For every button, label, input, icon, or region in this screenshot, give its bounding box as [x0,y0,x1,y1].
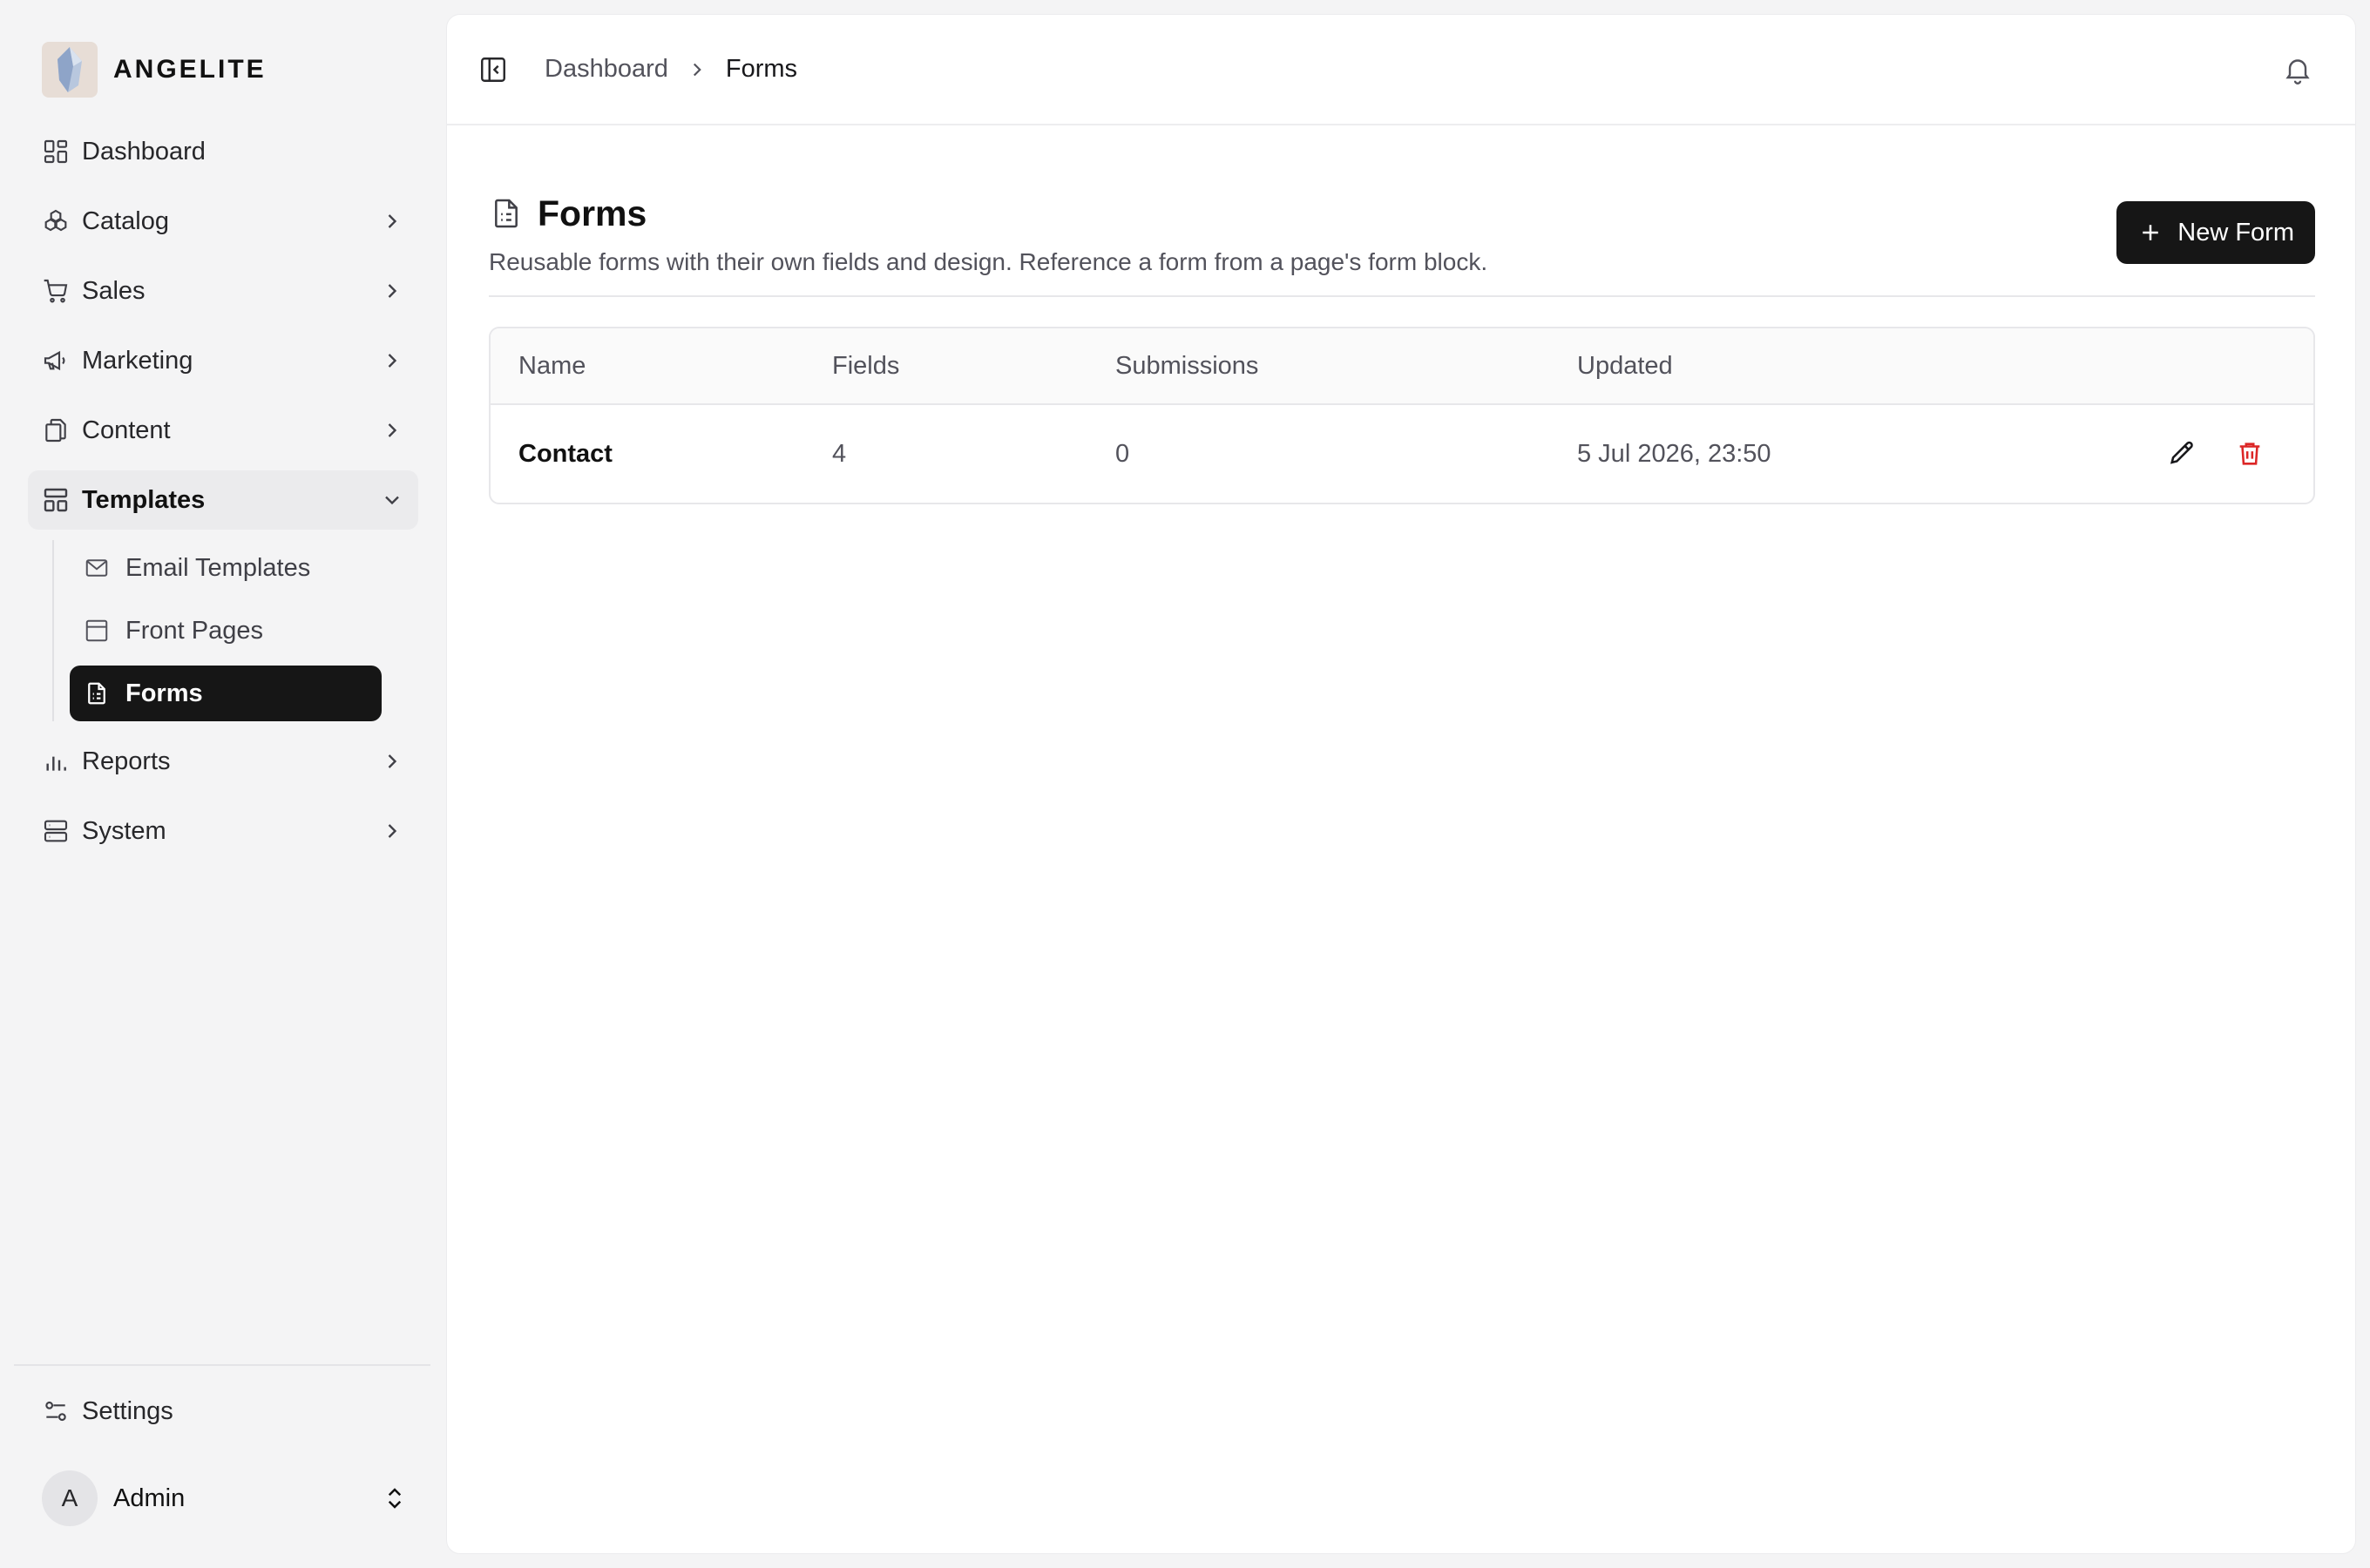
sidebar-item-marketing[interactable]: Marketing [28,331,418,390]
column-header-submissions[interactable]: Submissions [1115,352,1577,381]
form-name[interactable]: Contact [491,440,832,469]
sidebar-item-system[interactable]: System [28,801,418,861]
column-header-fields[interactable]: Fields [832,352,1115,381]
form-updated: 5 Jul 2026, 23:50 [1577,439,1771,468]
breadcrumb-current: Forms [725,55,798,83]
sidebar-item-label: System [82,816,166,845]
avatar: A [42,1470,98,1526]
table-header: Name Fields Submissions Updated [491,328,2313,405]
sidebar-divider [14,1364,430,1366]
sidebar-item-label: Sales [82,276,146,305]
bar-chart-icon [42,747,70,775]
layout-icon [42,486,70,514]
form-icon [489,196,524,231]
chevron-right-icon [380,819,404,843]
table-row[interactable]: Contact 4 0 5 Jul 2026, 23:50 [491,405,2313,503]
trash-icon[interactable] [2235,439,2265,469]
sidebar: ANGELITE Dashboard Catalog Sales Marketi… [0,0,444,1568]
settings-label: Settings [82,1396,173,1425]
chevron-down-icon [380,488,404,512]
forms-table: Name Fields Submissions Updated Contact … [489,327,2315,504]
sidebar-item-label: Forms [125,679,203,707]
chevron-right-icon [380,348,404,373]
cart-icon [42,277,70,305]
chevron-right-icon [380,749,404,774]
sidebar-nav: Dashboard Catalog Sales Marketing Conten… [28,122,418,871]
sidebar-item-catalog[interactable]: Catalog [28,192,418,251]
sidebar-item-templates[interactable]: Templates [28,470,418,530]
chevron-right-icon [380,279,404,303]
column-header-name[interactable]: Name [491,352,832,381]
sidebar-item-label: Dashboard [82,137,206,166]
dashboard-icon [42,138,70,166]
page-description: Reusable forms with their own fields and… [489,248,1488,275]
sidebar-item-forms[interactable]: Forms [70,666,382,721]
sidebar-item-label: Reports [82,747,171,775]
sidebar-item-front-pages[interactable]: Front Pages [70,603,382,659]
bell-icon[interactable] [2282,54,2313,85]
user-name: Admin [113,1484,186,1512]
sidebar-item-label: Front Pages [125,616,263,645]
sidebar-item-label: Marketing [82,346,193,375]
templates-subnav: Email Templates Front Pages Forms [52,540,418,721]
brand[interactable]: ANGELITE [42,42,267,98]
sidebar-toggle-icon[interactable] [478,55,508,84]
files-icon [42,416,70,444]
pencil-icon[interactable] [2167,439,2197,469]
brand-name: ANGELITE [113,55,267,84]
sidebar-item-sales[interactable]: Sales [28,261,418,321]
page-title: Forms [538,193,647,233]
sidebar-item-dashboard[interactable]: Dashboard [28,122,418,181]
sidebar-item-email-templates[interactable]: Email Templates [70,540,382,596]
form-icon [84,680,110,706]
window-icon [84,618,110,644]
main-panel: Dashboard Forms Forms Reusable forms wit… [446,14,2356,1554]
server-icon [42,817,70,845]
chevron-right-icon [380,418,404,443]
user-menu[interactable]: A Admin [42,1470,408,1526]
megaphone-icon [42,347,70,375]
sidebar-item-label: Catalog [82,206,169,235]
row-actions [2167,439,2313,469]
sidebar-item-label: Templates [82,485,206,514]
sidebar-item-reports[interactable]: Reports [28,732,418,791]
form-fields-count: 4 [832,439,847,468]
page-header: Forms Reusable forms with their own fiel… [489,189,2315,297]
sidebar-item-content[interactable]: Content [28,401,418,460]
topbar: Dashboard Forms [447,15,2355,125]
breadcrumb-dashboard[interactable]: Dashboard [545,55,668,84]
chevron-right-icon [686,58,708,81]
new-form-button[interactable]: New Form [2116,201,2315,264]
brand-logo-icon [42,42,98,98]
form-submissions-count: 0 [1115,439,1130,468]
sidebar-item-label: Content [82,416,171,444]
sidebar-item-settings[interactable]: Settings [28,1383,418,1439]
chevron-right-icon [380,209,404,233]
catalog-icon [42,207,70,235]
sidebar-item-label: Email Templates [125,553,311,582]
mail-icon [84,555,110,581]
new-form-label: New Form [2177,218,2294,247]
chevrons-up-down-icon [382,1485,408,1511]
sliders-icon [42,1397,70,1425]
plus-icon [2137,220,2163,246]
column-header-updated[interactable]: Updated [1577,352,2313,381]
